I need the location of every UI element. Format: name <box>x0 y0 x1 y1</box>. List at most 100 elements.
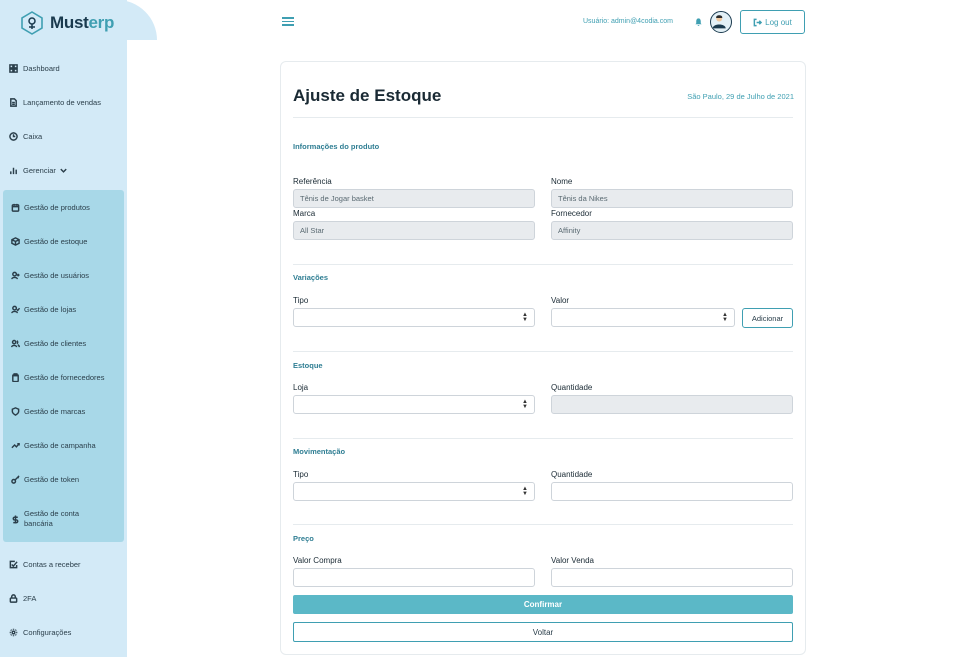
key-icon <box>11 475 20 484</box>
fornecedor-field: Affinity <box>551 221 793 240</box>
movimentacao-tipo-select[interactable]: ▲ ▼ <box>293 482 535 501</box>
divider <box>293 117 793 118</box>
divider <box>293 524 793 525</box>
sidebar-item-2fa[interactable]: 2FA <box>9 591 36 605</box>
sidebar-item-label: Gestão de marcas <box>24 407 86 416</box>
section-title-preco: Preço <box>293 534 314 543</box>
sidebar-item-label: Gestão de fornecedores <box>24 373 105 382</box>
box-icon <box>11 237 20 246</box>
select-caret-icon: ▲ ▼ <box>522 486 528 497</box>
section-title-estoque: Estoque <box>293 361 323 370</box>
bell-icon[interactable] <box>694 17 703 27</box>
menu-toggle-icon[interactable] <box>282 17 294 27</box>
valor-compra-field[interactable] <box>293 568 535 587</box>
variacao-tipo-label: Tipo <box>293 296 309 305</box>
sidebar-corner <box>117 0 157 40</box>
sidebar-item-fornecedores[interactable]: Gestão de fornecedores <box>11 373 104 382</box>
sidebar-item-label: Gestão de token <box>24 475 80 484</box>
sidebar-item-label: Gestão de estoque <box>24 237 88 246</box>
sidebar-item-usuarios[interactable]: Gestão de usuários <box>11 271 89 280</box>
variacao-valor-select[interactable]: ▲ ▼ <box>551 308 735 327</box>
sidebar-item-configuracoes[interactable]: Configurações <box>9 625 71 639</box>
confirm-button[interactable]: Confirmar <box>293 595 793 614</box>
sidebar-item-gerenciar[interactable]: Gerenciar <box>9 163 68 177</box>
user-check-icon <box>11 305 20 314</box>
movimentacao-tipo-label: Tipo <box>293 470 309 479</box>
sidebar-item-campanha[interactable]: Gestão de campanha <box>11 441 96 450</box>
movimentacao-quantidade-field[interactable] <box>551 482 793 501</box>
marca-field: All Star <box>293 221 535 240</box>
marca-label: Marca <box>293 209 316 218</box>
add-variation-button[interactable]: Adicionar <box>742 308 793 328</box>
calendar-icon <box>11 203 20 212</box>
page-title: Ajuste de Estoque <box>293 86 442 105</box>
sidebar-item-label: Contas a receber <box>23 559 81 569</box>
estoque-quantidade-label: Quantidade <box>551 383 593 392</box>
back-button[interactable]: Voltar <box>293 622 793 642</box>
sidebar-item-label: Dashboard <box>23 63 60 73</box>
sidebar-item-estoque[interactable]: Gestão de estoque <box>11 237 87 246</box>
sidebar-item-label: Gestão de clientes <box>24 339 87 348</box>
divider <box>293 264 793 265</box>
sidebar-item-produtos[interactable]: Gestão de produtos <box>11 203 90 212</box>
sidebar-item-label: Lançamento de vendas <box>23 97 101 107</box>
fornecedor-label: Fornecedor <box>551 209 592 218</box>
referencia-label: Referência <box>293 177 332 186</box>
sidebar-item-lojas[interactable]: Gestão de lojas <box>11 305 76 314</box>
sidebar-item-label: Gestão de conta bancária <box>24 509 80 528</box>
select-caret-icon: ▲ ▼ <box>522 312 528 323</box>
valor-venda-label: Valor Venda <box>551 556 594 565</box>
logout-button[interactable]: Log out <box>740 10 805 34</box>
sidebar-item-caixa[interactable]: Caixa <box>9 129 42 143</box>
clock-icon <box>9 131 18 141</box>
gear-icon <box>9 628 18 636</box>
chevron-down-icon <box>60 168 67 173</box>
sidebar-item-token[interactable]: Gestão de token <box>11 475 79 484</box>
sidebar-item-dashboard[interactable]: Dashboard <box>9 61 60 75</box>
section-title-produto: Informações do produto <box>293 142 380 151</box>
sidebar-item-clientes[interactable]: Gestão de clientes <box>11 339 86 348</box>
variacao-tipo-select[interactable]: ▲ ▼ <box>293 308 535 327</box>
movimentacao-quantidade-label: Quantidade <box>551 470 593 479</box>
sidebar-item-label: Gestão de produtos <box>24 203 90 212</box>
select-caret-icon: ▲ ▼ <box>722 312 728 323</box>
user-add-icon <box>11 271 20 280</box>
users-icon <box>11 339 20 348</box>
dollar-icon <box>12 514 19 524</box>
nome-field: Tênis da Nikes <box>551 189 793 208</box>
valor-venda-field[interactable] <box>551 568 793 587</box>
loja-label: Loja <box>293 383 309 392</box>
logo-icon <box>21 11 43 35</box>
variacao-valor-label: Valor <box>551 296 570 305</box>
sidebar-item-conta-bancaria[interactable]: Gestão de conta bancária <box>11 509 79 529</box>
user-avatar-icon <box>712 15 726 29</box>
trending-icon <box>11 442 20 449</box>
divider <box>293 438 793 439</box>
avatar[interactable] <box>710 11 732 33</box>
sidebar-item-label: Configurações <box>23 627 72 637</box>
sidebar-item-contas-receber[interactable]: Contas a receber <box>9 557 81 571</box>
logout-label: Log out <box>765 17 792 27</box>
estoque-quantidade-field <box>551 395 793 414</box>
sidebar-item-label: 2FA <box>23 593 37 603</box>
logout-icon <box>753 18 763 26</box>
brand-name: Musterp <box>50 13 115 32</box>
nome-label: Nome <box>551 177 573 186</box>
document-icon <box>10 97 17 107</box>
check-square-icon <box>9 560 18 568</box>
valor-compra-label: Valor Compra <box>293 556 342 565</box>
sidebar-item-marcas[interactable]: Gestão de marcas <box>11 407 85 416</box>
clipboard-icon <box>12 373 19 382</box>
sidebar-item-label: Gestão de lojas <box>24 305 77 314</box>
grid-icon <box>9 63 18 73</box>
sidebar-item-label: Gestão de campanha <box>24 441 96 450</box>
section-title-movimentacao: Movimentação <box>293 447 346 456</box>
loja-select[interactable]: ▲ ▼ <box>293 395 535 414</box>
divider <box>293 351 793 352</box>
select-caret-icon: ▲ ▼ <box>522 399 528 410</box>
user-label: Usuário: admin@4codia.com <box>583 18 673 25</box>
brand-logo[interactable]: Musterp <box>18 10 114 36</box>
sidebar-item-vendas[interactable]: Lançamento de vendas <box>9 95 101 109</box>
section-title-variacoes: Variações <box>293 273 329 282</box>
bar-chart-icon <box>10 167 17 174</box>
